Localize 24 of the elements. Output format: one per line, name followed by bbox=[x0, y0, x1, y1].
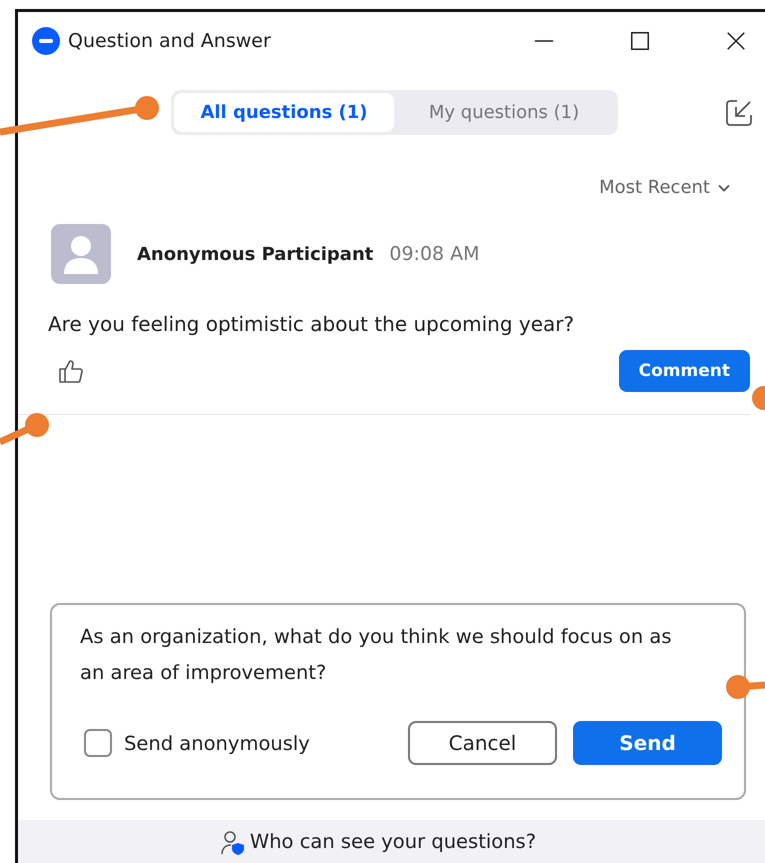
maximize-icon[interactable] bbox=[629, 30, 651, 52]
tab[interactable]: All questions (1) bbox=[174, 93, 394, 132]
timestamp: 09:08 AM bbox=[389, 243, 480, 265]
app-logo-icon bbox=[32, 27, 60, 55]
thumbs-up-icon[interactable] bbox=[57, 357, 85, 385]
window-title: Question and Answer bbox=[68, 30, 271, 52]
checkbox[interactable] bbox=[84, 729, 112, 757]
sort-dropdown[interactable]: Most Recent bbox=[599, 177, 730, 198]
comment-button[interactable]: Comment bbox=[618, 350, 750, 392]
pop-in-icon[interactable] bbox=[724, 98, 754, 128]
leader-line bbox=[0, 413, 49, 446]
question-text: Are you feeling optimistic about the upcoming year? bbox=[48, 312, 576, 336]
leader-line bbox=[726, 675, 765, 699]
checkbox-label: Send anonymously bbox=[124, 732, 310, 754]
tab[interactable]: My questions (1) bbox=[394, 93, 614, 132]
cancel-button[interactable]: Cancel bbox=[408, 721, 557, 765]
avatar-icon bbox=[51, 224, 111, 284]
question-field[interactable]: As an organization, what do you think we should focus on as an area of improvement? Send anonymously Cancel Send bbox=[50, 603, 746, 800]
leader-line bbox=[752, 386, 765, 410]
send-button[interactable]: Send bbox=[573, 721, 722, 765]
user-shield-icon bbox=[220, 830, 246, 856]
author-name: Anonymous Participant bbox=[137, 244, 374, 264]
close-icon[interactable] bbox=[725, 30, 747, 52]
chevron-down-icon bbox=[718, 184, 730, 192]
